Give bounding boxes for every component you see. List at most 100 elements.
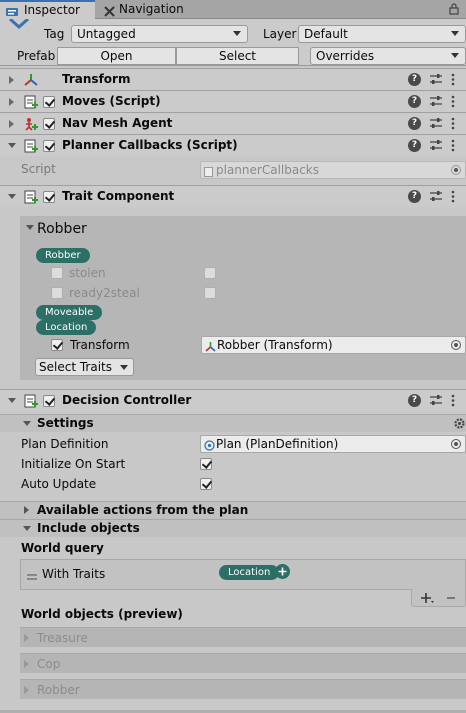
include-objects-title: Include objects bbox=[37, 521, 140, 535]
select-traits-dropdown[interactable]: Select Traits bbox=[35, 358, 134, 376]
trait-group-title: Robber bbox=[37, 221, 87, 237]
preset-icon[interactable] bbox=[430, 139, 442, 152]
preset-icon[interactable] bbox=[430, 394, 442, 407]
enabled-checkbox[interactable] bbox=[43, 140, 55, 152]
prefab-overrides-dropdown[interactable]: Overrides bbox=[310, 47, 466, 65]
enabled-checkbox[interactable] bbox=[43, 191, 55, 203]
preset-icon[interactable] bbox=[430, 95, 442, 108]
tab-navigation[interactable]: Navigation bbox=[98, 0, 198, 19]
component-title: Nav Mesh Agent bbox=[62, 116, 173, 130]
object-picker-icon[interactable] bbox=[451, 439, 461, 449]
trait-pill-robber[interactable]: Robber bbox=[36, 248, 90, 263]
tag-dropdown[interactable]: Untagged bbox=[71, 25, 248, 43]
transform-object-field[interactable]: Robber (Transform) bbox=[201, 336, 466, 354]
help-icon[interactable]: ? bbox=[408, 394, 421, 407]
preset-icon[interactable] bbox=[430, 190, 442, 203]
object-picker-icon[interactable] bbox=[451, 165, 461, 175]
tab-bar: Inspector Navigation bbox=[0, 0, 466, 19]
preset-icon[interactable] bbox=[430, 73, 442, 86]
available-actions-section[interactable]: Available actions from the plan bbox=[0, 501, 466, 519]
script-icon bbox=[24, 139, 38, 153]
kebab-menu-icon[interactable] bbox=[451, 139, 455, 152]
component-title: Moves (Script) bbox=[62, 94, 161, 108]
preview-item[interactable]: Robber bbox=[20, 679, 466, 699]
foldout-arrow-icon[interactable] bbox=[8, 143, 16, 148]
settings-gear-icon[interactable] bbox=[453, 417, 466, 430]
kebab-menu-icon[interactable] bbox=[451, 190, 455, 203]
component-moves[interactable]: Moves (Script) ? bbox=[0, 90, 466, 112]
script-label: Script bbox=[21, 162, 56, 176]
stolen-label: stolen bbox=[69, 266, 106, 280]
lock-icon[interactable] bbox=[449, 3, 459, 15]
initialize-on-start-checkbox[interactable] bbox=[200, 458, 212, 470]
auto-update-checkbox[interactable] bbox=[200, 478, 212, 490]
kebab-menu-icon[interactable] bbox=[451, 394, 455, 407]
trait-pill-moveable[interactable]: Moveable bbox=[36, 305, 103, 320]
transform-trait-checkbox[interactable] bbox=[51, 339, 63, 351]
component-transform[interactable]: Transform ? bbox=[0, 68, 466, 90]
script-value: plannerCallbacks bbox=[216, 163, 320, 177]
settings-section[interactable]: Settings bbox=[0, 414, 466, 432]
component-planner-callbacks[interactable]: Planner Callbacks (Script) ? bbox=[0, 134, 466, 156]
script-asset-icon bbox=[204, 165, 213, 177]
remove-query-icon[interactable] bbox=[446, 592, 456, 604]
enabled-checkbox[interactable] bbox=[43, 395, 55, 407]
chevron-down-icon[interactable] bbox=[26, 225, 34, 230]
foldout-arrow-icon[interactable] bbox=[9, 76, 14, 84]
include-objects-section[interactable]: Include objects bbox=[0, 519, 466, 537]
chevron-down-icon[interactable] bbox=[23, 421, 31, 426]
layer-dropdown[interactable]: Default bbox=[298, 25, 466, 43]
stolen-checkbox[interactable] bbox=[51, 267, 63, 279]
enabled-checkbox[interactable] bbox=[43, 118, 55, 130]
help-icon[interactable]: ? bbox=[408, 117, 421, 130]
trait-pill-location[interactable]: Location bbox=[36, 320, 97, 335]
available-actions-title: Available actions from the plan bbox=[37, 503, 249, 517]
with-traits-pill-location[interactable]: Location bbox=[219, 565, 280, 580]
prefab-open-button[interactable]: Open bbox=[57, 47, 176, 65]
kebab-menu-icon[interactable] bbox=[451, 95, 455, 108]
script-field[interactable]: plannerCallbacks bbox=[200, 161, 466, 179]
preview-item[interactable]: Cop bbox=[20, 653, 466, 673]
foldout-arrow-icon[interactable] bbox=[8, 398, 16, 403]
chevron-right-icon bbox=[24, 686, 29, 694]
help-icon[interactable]: ? bbox=[408, 95, 421, 108]
help-icon[interactable]: ? bbox=[408, 190, 421, 203]
transform-icon bbox=[205, 340, 216, 352]
preview-item[interactable]: Treasure bbox=[20, 627, 466, 647]
component-title: Transform bbox=[62, 72, 131, 86]
component-navmesh-agent[interactable]: Nav Mesh Agent ? bbox=[0, 112, 466, 134]
foldout-arrow-icon[interactable] bbox=[9, 120, 14, 128]
foldout-arrow-icon[interactable] bbox=[8, 194, 16, 199]
tab-inspector-label: Inspector bbox=[24, 3, 80, 17]
foldout-arrow-icon[interactable] bbox=[9, 98, 14, 106]
object-picker-icon[interactable] bbox=[451, 340, 461, 350]
prefab-select-button[interactable]: Select bbox=[176, 47, 299, 65]
enabled-checkbox[interactable] bbox=[43, 96, 55, 108]
transform-icon bbox=[24, 73, 38, 87]
stolen-value-checkbox[interactable] bbox=[204, 267, 216, 279]
tag-value: Untagged bbox=[77, 27, 136, 41]
plan-definition-field[interactable]: Plan (PlanDefinition) bbox=[200, 435, 466, 453]
kebab-menu-icon[interactable] bbox=[451, 73, 455, 86]
select-traits-label: Select Traits bbox=[39, 360, 112, 374]
add-query-icon[interactable] bbox=[421, 592, 435, 604]
help-icon[interactable]: ? bbox=[408, 139, 421, 152]
add-trait-icon[interactable] bbox=[275, 564, 290, 579]
chevron-down-icon bbox=[451, 53, 459, 58]
drag-handle-icon[interactable] bbox=[27, 569, 37, 580]
chevron-down-icon bbox=[451, 31, 459, 36]
tab-inspector[interactable]: Inspector bbox=[0, 0, 95, 19]
plan-asset-icon bbox=[204, 439, 215, 451]
layer-label: Layer bbox=[263, 27, 297, 41]
preset-icon[interactable] bbox=[430, 117, 442, 130]
initialize-on-start-label: Initialize On Start bbox=[21, 457, 126, 471]
kebab-menu-icon[interactable] bbox=[451, 117, 455, 130]
component-decision-controller[interactable]: Decision Controller ? bbox=[0, 389, 466, 411]
chevron-down-icon[interactable] bbox=[23, 526, 31, 531]
ready2steal-checkbox[interactable] bbox=[51, 287, 63, 299]
component-trait[interactable]: Trait Component ? bbox=[0, 185, 466, 207]
chevron-right-icon[interactable] bbox=[24, 506, 29, 514]
help-icon[interactable]: ? bbox=[408, 73, 421, 86]
inspector-icon bbox=[6, 5, 18, 16]
ready2steal-value-checkbox[interactable] bbox=[204, 287, 216, 299]
